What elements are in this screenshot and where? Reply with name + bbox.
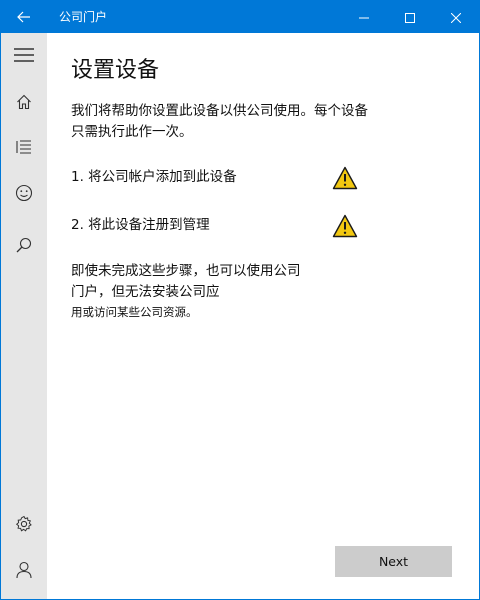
page-title: 设置设备 [71, 58, 160, 83]
minimize-icon [359, 8, 369, 27]
nav-account[interactable] [1, 548, 47, 592]
smiley-icon [15, 184, 33, 202]
warning-icon [332, 166, 358, 190]
nav-list[interactable] [1, 125, 47, 169]
maximize-icon [405, 8, 415, 27]
warning-icon [332, 214, 358, 238]
nav-search[interactable] [1, 223, 47, 267]
nav-settings[interactable] [1, 502, 47, 546]
window-title: 公司门户 [59, 10, 108, 24]
app-window: 公司门户 设置设备 我们将帮助你设置此设备以供公司使用。每个设备只需执行此作一次… [0, 0, 480, 600]
search-icon [15, 236, 33, 254]
close-button[interactable] [433, 1, 479, 33]
next-button[interactable]: Next [335, 546, 452, 577]
settings-gear-icon [15, 515, 33, 533]
step-add-account-label: 1. 将公司帐户添加到此设备 [71, 169, 237, 185]
back-button[interactable] [1, 1, 47, 33]
navigation-rail [1, 33, 47, 599]
list-icon [16, 139, 32, 155]
account-person-icon [16, 561, 32, 579]
skip-note-main: 即使未完成这些步骤，也可以使用公司门户，但无法安装公司应 [71, 263, 301, 300]
hamburger-menu-button[interactable] [1, 33, 47, 77]
home-icon [16, 94, 32, 110]
nav-feedback[interactable] [1, 171, 47, 215]
skip-note-tail: 用或访问某些公司资源。 [71, 305, 198, 319]
title-bar: 公司门户 [1, 1, 479, 33]
nav-home[interactable] [1, 80, 47, 124]
hamburger-menu-icon [14, 48, 34, 62]
intro-text: 我们将帮助你设置此设备以供公司使用。每个设备只需执行此作一次。 [71, 103, 368, 140]
minimize-button[interactable] [341, 1, 387, 33]
skip-note: 即使未完成这些步骤，也可以使用公司门户，但无法安装公司应 用或访问某些公司资源。 [71, 261, 301, 321]
back-arrow-icon [17, 8, 31, 27]
close-icon [450, 8, 462, 27]
maximize-button[interactable] [387, 1, 433, 33]
step-register-device-label: 2. 将此设备注册到管理 [71, 217, 210, 233]
